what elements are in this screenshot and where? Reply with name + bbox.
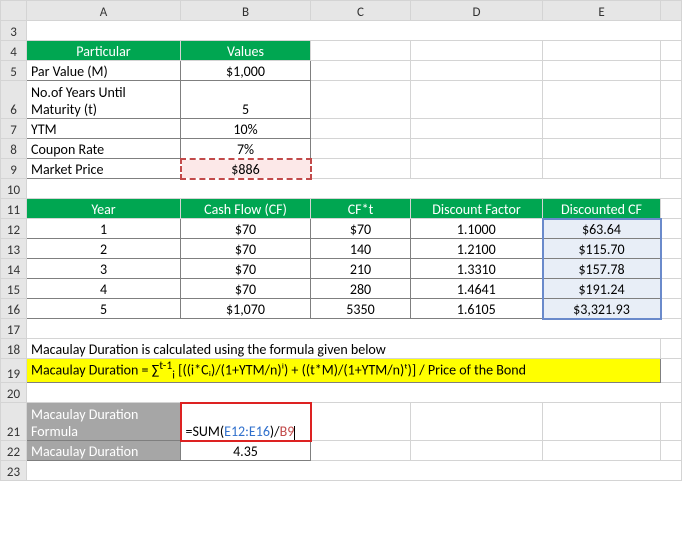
cell-b9-market-price[interactable]: $886 — [181, 159, 311, 179]
row-header[interactable]: 21 — [1, 403, 27, 441]
column-header-row: A B C D E — [1, 1, 682, 21]
cell-b21-formula-editing[interactable]: =SUM(E12:E16)/B9 — [181, 403, 311, 441]
cell-dcf[interactable]: $191.24 — [543, 279, 661, 299]
formula-prefix: Macaulay Duration = ∑ — [31, 362, 159, 379]
cell-dcf[interactable]: $63.64 — [543, 219, 661, 239]
header-cashflow[interactable]: Cash Flow (CF) — [181, 199, 311, 219]
formula-description[interactable]: Macaulay Duration = ∑t-1i [((i*Cᵢ)/(1+YT… — [27, 359, 661, 383]
row-header[interactable]: 3 — [1, 21, 27, 41]
row-header[interactable]: 7 — [1, 119, 27, 139]
cell-df[interactable]: 1.6105 — [411, 299, 543, 319]
spreadsheet-grid[interactable]: A B C D E 3 4 Particular Values 5 Par Va… — [0, 0, 682, 481]
cell-cft[interactable]: 210 — [311, 259, 411, 279]
cell-df[interactable]: 1.4641 — [411, 279, 543, 299]
header-particular[interactable]: Particular — [27, 41, 181, 61]
select-all-corner[interactable] — [1, 1, 27, 21]
header-values[interactable]: Values — [181, 41, 311, 61]
formula-sup: t-1 — [159, 359, 172, 373]
row-header[interactable]: 11 — [1, 199, 27, 219]
col-header[interactable]: D — [411, 1, 543, 21]
row-header[interactable]: 6 — [1, 81, 27, 119]
param-label[interactable]: Par Value (M) — [27, 61, 181, 81]
cell-df[interactable]: 1.2100 — [411, 239, 543, 259]
cell-df[interactable]: 1.1000 — [411, 219, 543, 239]
cell-cft[interactable]: $70 — [311, 219, 411, 239]
param-label[interactable]: No.of Years Until Maturity (t) — [27, 81, 181, 119]
cell-cf[interactable]: $1,070 — [181, 299, 311, 319]
cell-year[interactable]: 3 — [27, 259, 181, 279]
row-header[interactable]: 15 — [1, 279, 27, 299]
cell-cft[interactable]: 280 — [311, 279, 411, 299]
param-value[interactable]: 7% — [181, 139, 311, 159]
col-header[interactable] — [661, 1, 682, 21]
param-value[interactable]: 10% — [181, 119, 311, 139]
cell-macaulay-result[interactable]: 4.35 — [181, 441, 311, 461]
row-header[interactable]: 17 — [1, 319, 27, 339]
row-header[interactable]: 19 — [1, 359, 27, 383]
row-header[interactable]: 14 — [1, 259, 27, 279]
param-label[interactable]: Coupon Rate — [27, 139, 181, 159]
cell-cf[interactable]: $70 — [181, 239, 311, 259]
row-header[interactable]: 9 — [1, 159, 27, 179]
row-header[interactable]: 22 — [1, 441, 27, 461]
formula-range-ref: E12:E16 — [224, 423, 270, 440]
note-text[interactable]: Macaulay Duration is calculated using th… — [27, 339, 661, 359]
formula-token: )/ — [270, 423, 280, 440]
text-cursor-icon — [294, 426, 295, 440]
cell-year[interactable]: 2 — [27, 239, 181, 259]
cell-cft[interactable]: 140 — [311, 239, 411, 259]
row-header[interactable]: 23 — [1, 461, 27, 481]
cell-cft[interactable]: 5350 — [311, 299, 411, 319]
header-discounted-cf[interactable]: Discounted CF — [543, 199, 661, 219]
param-value[interactable]: 5 — [181, 81, 311, 119]
header-discount-factor[interactable]: Discount Factor — [411, 199, 543, 219]
row-header[interactable]: 13 — [1, 239, 27, 259]
cell-dcf[interactable]: $3,321.93 — [543, 299, 661, 319]
cell-cf[interactable]: $70 — [181, 219, 311, 239]
cell-df[interactable]: 1.3310 — [411, 259, 543, 279]
col-header[interactable]: B — [181, 1, 311, 21]
param-value[interactable]: $1,000 — [181, 61, 311, 81]
param-label[interactable]: Market Price — [27, 159, 181, 179]
row-header[interactable]: 18 — [1, 339, 27, 359]
col-header[interactable]: A — [27, 1, 181, 21]
cell-year[interactable]: 5 — [27, 299, 181, 319]
formula-rest: [((i*Cᵢ)/(1+YTM/n)ⁱ) + ((t*M)/(1+YTM/n)ᵗ… — [175, 362, 526, 379]
header-year[interactable]: Year — [27, 199, 181, 219]
label-macaulay-formula[interactable]: Macaulay Duration Formula — [27, 403, 181, 441]
cell-dcf[interactable]: $157.78 — [543, 259, 661, 279]
formula-token: =SUM( — [186, 423, 225, 440]
cell-dcf[interactable]: $115.70 — [543, 239, 661, 259]
row-header[interactable]: 8 — [1, 139, 27, 159]
cell-cf[interactable]: $70 — [181, 279, 311, 299]
row-header[interactable]: 4 — [1, 41, 27, 61]
cell-year[interactable]: 1 — [27, 219, 181, 239]
header-cft[interactable]: CF*t — [311, 199, 411, 219]
row-header[interactable]: 16 — [1, 299, 27, 319]
row-header[interactable]: 10 — [1, 179, 27, 199]
col-header[interactable]: E — [543, 1, 661, 21]
col-header[interactable]: C — [311, 1, 411, 21]
row-header[interactable]: 5 — [1, 61, 27, 81]
cell-cf[interactable]: $70 — [181, 259, 311, 279]
param-label[interactable]: YTM — [27, 119, 181, 139]
cell-year[interactable]: 4 — [27, 279, 181, 299]
row-header[interactable]: 20 — [1, 383, 27, 403]
row-header[interactable]: 12 — [1, 219, 27, 239]
formula-cell-ref: B9 — [280, 423, 295, 440]
label-macaulay-duration[interactable]: Macaulay Duration — [27, 441, 181, 461]
